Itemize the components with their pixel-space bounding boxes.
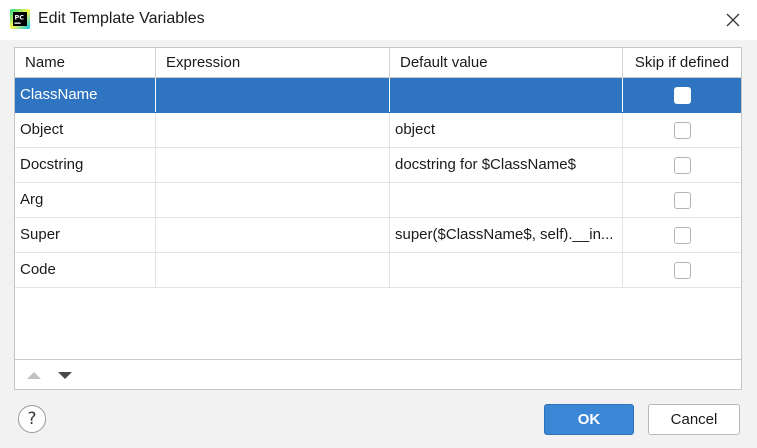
close-icon — [726, 13, 740, 27]
expression-cell[interactable] — [156, 183, 390, 217]
skip-if-defined-cell — [623, 183, 741, 217]
table-row[interactable]: Super super($ClassName$, self).__in... — [15, 218, 741, 253]
expression-cell[interactable] — [156, 78, 390, 112]
skip-if-defined-cell — [623, 218, 741, 252]
skip-if-defined-checkbox[interactable] — [674, 87, 691, 104]
name-cell[interactable]: Arg — [15, 183, 156, 217]
ok-button[interactable]: OK — [544, 404, 634, 435]
expression-cell[interactable] — [156, 253, 390, 287]
table-row[interactable]: Docstring docstring for $ClassName$ — [15, 148, 741, 183]
expression-cell[interactable] — [156, 218, 390, 252]
expression-cell[interactable] — [156, 148, 390, 182]
skip-if-defined-cell — [623, 253, 741, 287]
title-bar: PC Edit Template Variables — [0, 0, 757, 40]
skip-if-defined-cell — [623, 113, 741, 147]
arrow-down-icon[interactable] — [56, 368, 74, 382]
skip-if-defined-checkbox[interactable] — [674, 262, 691, 279]
table-header: Name Expression Default value Skip if de… — [15, 48, 741, 78]
expression-cell[interactable] — [156, 113, 390, 147]
table-row[interactable]: Arg — [15, 183, 741, 218]
default-value-cell[interactable] — [390, 78, 623, 112]
default-value-cell[interactable]: super($ClassName$, self).__in... — [390, 218, 623, 252]
column-header-expression[interactable]: Expression — [156, 48, 390, 77]
table-row[interactable]: Code — [15, 253, 741, 288]
help-icon: ? — [27, 409, 37, 429]
default-value-cell[interactable] — [390, 253, 623, 287]
table-row[interactable]: Object object — [15, 113, 741, 148]
name-cell[interactable]: Super — [15, 218, 156, 252]
default-value-cell[interactable] — [390, 183, 623, 217]
skip-if-defined-checkbox[interactable] — [674, 157, 691, 174]
svg-text:PC: PC — [15, 14, 25, 22]
name-cell[interactable]: Docstring — [15, 148, 156, 182]
table-toolbar — [15, 359, 741, 389]
help-button[interactable]: ? — [18, 405, 46, 433]
name-cell[interactable]: ClassName — [15, 78, 156, 112]
skip-if-defined-checkbox[interactable] — [674, 122, 691, 139]
pycharm-icon: PC — [10, 9, 30, 29]
skip-if-defined-cell — [623, 148, 741, 182]
column-header-skip-if-defined[interactable]: Skip if defined — [623, 48, 741, 77]
column-header-name[interactable]: Name — [15, 48, 156, 77]
name-cell[interactable]: Code — [15, 253, 156, 287]
variables-table: Name Expression Default value Skip if de… — [14, 47, 742, 390]
close-button[interactable] — [719, 6, 747, 34]
skip-if-defined-cell — [623, 78, 741, 112]
default-value-cell[interactable]: docstring for $ClassName$ — [390, 148, 623, 182]
skip-if-defined-checkbox[interactable] — [674, 227, 691, 244]
skip-if-defined-checkbox[interactable] — [674, 192, 691, 209]
column-header-default-value[interactable]: Default value — [390, 48, 623, 77]
table-row[interactable]: ClassName — [15, 78, 741, 113]
name-cell[interactable]: Object — [15, 113, 156, 147]
default-value-cell[interactable]: object — [390, 113, 623, 147]
cancel-button[interactable]: Cancel — [648, 404, 740, 435]
arrow-up-icon[interactable] — [25, 368, 43, 382]
dialog-title: Edit Template Variables — [38, 10, 205, 27]
